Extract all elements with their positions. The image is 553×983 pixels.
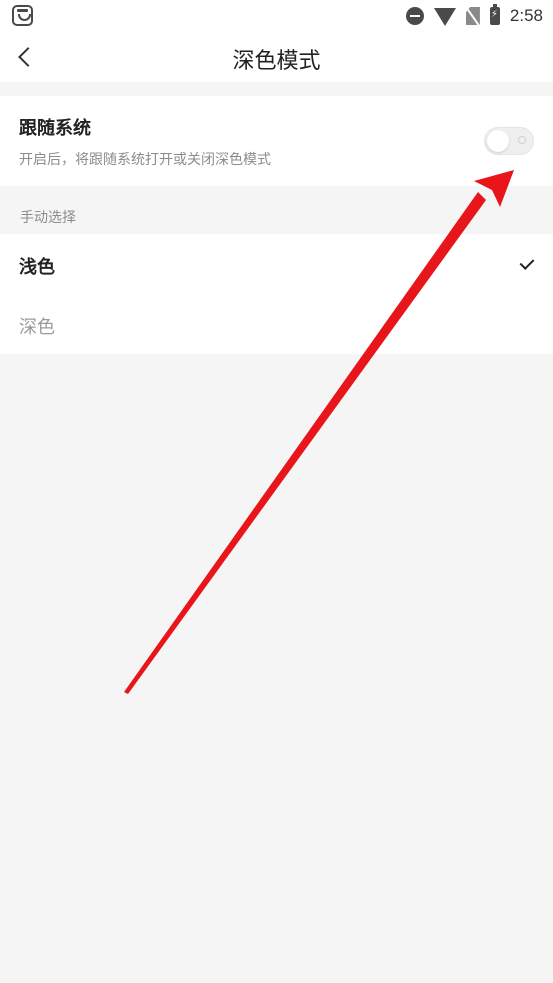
- follow-system-description: 开启后，将跟随系统打开或关闭深色模式: [19, 152, 271, 168]
- app-header: 深色模式: [0, 32, 553, 82]
- app-badge-icon: [12, 5, 33, 26]
- status-time: 2:58: [509, 6, 543, 25]
- option-dark[interactable]: 深色: [0, 294, 553, 354]
- follow-system-toggle[interactable]: [484, 127, 534, 155]
- option-light-label: 浅色: [19, 257, 55, 278]
- toggle-off-icon: [518, 136, 526, 144]
- no-sim-icon: [465, 7, 480, 25]
- battery-charging-icon: [489, 4, 500, 25]
- status-icons: 2:58: [405, 0, 543, 32]
- option-light[interactable]: 浅色: [0, 234, 553, 294]
- page-title: 深色模式: [232, 49, 321, 74]
- theme-options-list: 浅色 深色: [0, 234, 553, 354]
- manual-section-label: 手动选择: [20, 210, 76, 226]
- follow-system-title: 跟随系统: [19, 118, 91, 139]
- check-icon: [519, 255, 535, 270]
- status-bar: 2:58: [0, 0, 553, 32]
- do-not-disturb-icon: [405, 7, 424, 25]
- toggle-knob: [487, 130, 509, 152]
- wifi-icon: [433, 8, 456, 26]
- follow-system-row: 跟随系统 开启后，将跟随系统打开或关闭深色模式: [0, 96, 553, 186]
- option-dark-label: 深色: [19, 317, 55, 338]
